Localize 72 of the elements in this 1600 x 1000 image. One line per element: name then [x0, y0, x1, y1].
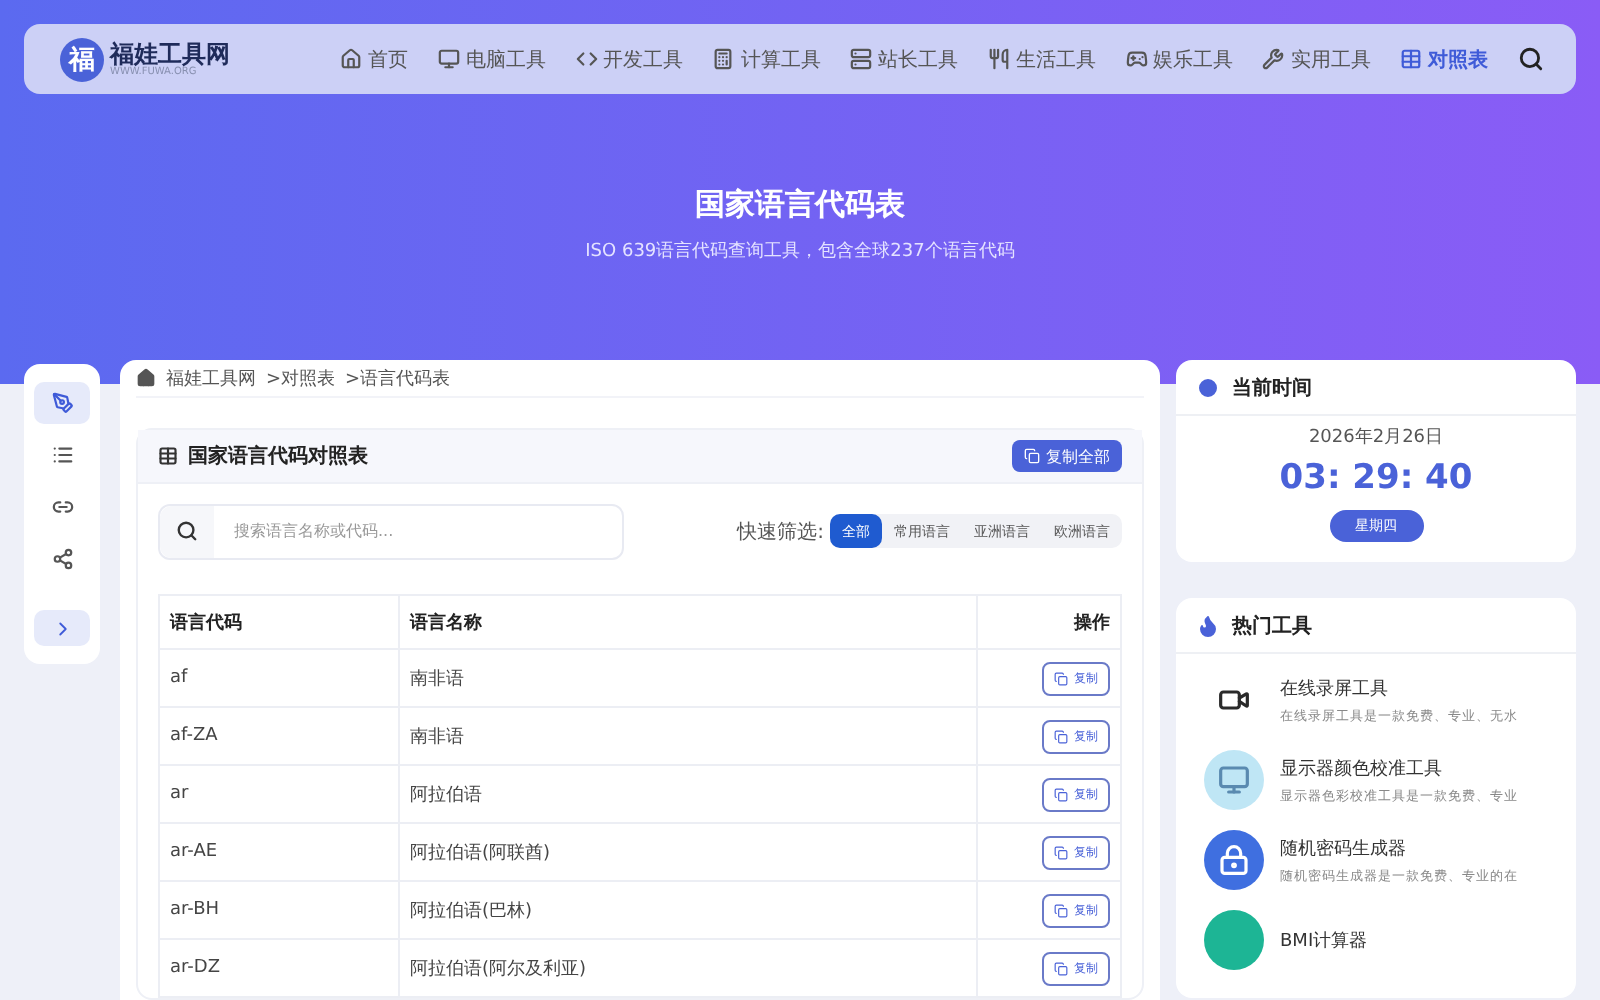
card-title: 热门工具 — [1232, 612, 1312, 639]
gamepad-icon — [1125, 48, 1148, 70]
table-cell: 南非语 — [399, 707, 977, 765]
date-text: 2026年2月26日 — [1308, 425, 1444, 450]
table-cell: 南非语 — [399, 649, 977, 707]
card-title: 当前时间 — [1232, 375, 1312, 401]
nav-link[interactable]: 对照表 — [1400, 45, 1489, 73]
column-header: 语言代码 — [159, 595, 399, 649]
filter-label: 快速筛选: — [737, 519, 824, 545]
table-cell: ar-AE — [159, 823, 399, 881]
home-icon — [340, 48, 362, 70]
nav-link[interactable]: 电脑工具 — [437, 45, 546, 73]
table-cell: ar — [159, 765, 399, 823]
nav-link[interactable]: 首页 — [340, 45, 408, 73]
calculator-icon — [712, 48, 735, 70]
server-icon — [850, 48, 873, 70]
link-icon — [51, 496, 73, 518]
breadcrumb-link[interactable]: >语言代码表 — [345, 365, 451, 391]
tool-link[interactable]: 随机密码生成器 — [1280, 835, 1518, 861]
table-icon — [158, 446, 178, 466]
sidebar-button[interactable] — [34, 382, 90, 424]
column-header: 语言名称 — [399, 595, 977, 649]
copy-icon — [1024, 448, 1040, 464]
flame-icon — [1196, 613, 1220, 637]
time-text: 03: 29: 40 — [1279, 458, 1473, 498]
search-field[interactable]: 搜索语言名称或代码... — [214, 505, 622, 557]
table-cell: af — [159, 649, 399, 707]
tool-link[interactable]: 显示器颜色校准工具 — [1280, 755, 1518, 781]
logo-mark: 福 — [60, 37, 104, 81]
column-header: 操作 — [977, 595, 1121, 649]
nav-link[interactable]: 实用工具 — [1262, 45, 1371, 73]
table-cell: 阿拉伯语 — [399, 765, 977, 823]
nav-link[interactable]: 计算工具 — [712, 45, 821, 73]
home-icon — [136, 368, 156, 388]
tool-link[interactable]: BMI计算器 — [1280, 927, 1368, 953]
nav-link[interactable]: 站长工具 — [850, 45, 959, 73]
search-bar[interactable]: 搜索语言名称或代码... — [158, 503, 624, 559]
lock-icon — [1204, 830, 1264, 890]
table-cell: af-ZA — [159, 707, 399, 765]
tool-link[interactable]: 在线录屏工具 — [1280, 675, 1518, 701]
code-icon — [575, 48, 598, 70]
monitor-icon — [1204, 750, 1264, 810]
logo-title: 福娃工具网 — [110, 41, 230, 65]
table-cell: ar-DZ — [159, 939, 399, 997]
table-cell: ar-BH — [159, 881, 399, 939]
list-icon — [51, 444, 73, 466]
copy-icon — [1054, 729, 1068, 743]
utensils-icon — [987, 48, 1010, 70]
breadcrumb-link[interactable]: >对照表 — [266, 365, 336, 391]
nav-link[interactable]: 开发工具 — [575, 45, 684, 73]
share-icon — [51, 548, 73, 570]
table-icon — [1400, 48, 1423, 70]
copy-icon — [1054, 671, 1068, 685]
copy-icon — [1054, 903, 1068, 917]
copy-icon — [1054, 787, 1068, 801]
search-icon[interactable] — [1517, 46, 1544, 72]
monitor-icon — [437, 48, 460, 70]
copy-icon — [1054, 845, 1068, 859]
nav-link[interactable]: 娱乐工具 — [1125, 45, 1234, 73]
pen-tool-icon — [51, 392, 73, 414]
copy-all-button[interactable]: 复制全部 — [1012, 440, 1122, 472]
panel-title: 国家语言代码对照表 — [188, 442, 368, 470]
page-subtitle: ISO 639语言代码查询工具，包含全球237个语言代码 — [585, 239, 1015, 264]
table-cell: 阿拉伯语(巴林) — [399, 881, 977, 939]
table-cell: 阿拉伯语(阿尔及利亚) — [399, 939, 977, 997]
page-title: 国家语言代码表 — [695, 186, 905, 224]
copy-icon — [1054, 961, 1068, 975]
breadcrumb-link[interactable]: 福娃工具网 — [166, 365, 256, 391]
table-cell: 阿拉伯语(阿联酋) — [399, 823, 977, 881]
search-icon — [176, 520, 198, 542]
wrench-icon — [1262, 48, 1285, 70]
nav-link[interactable]: 生活工具 — [987, 45, 1096, 73]
